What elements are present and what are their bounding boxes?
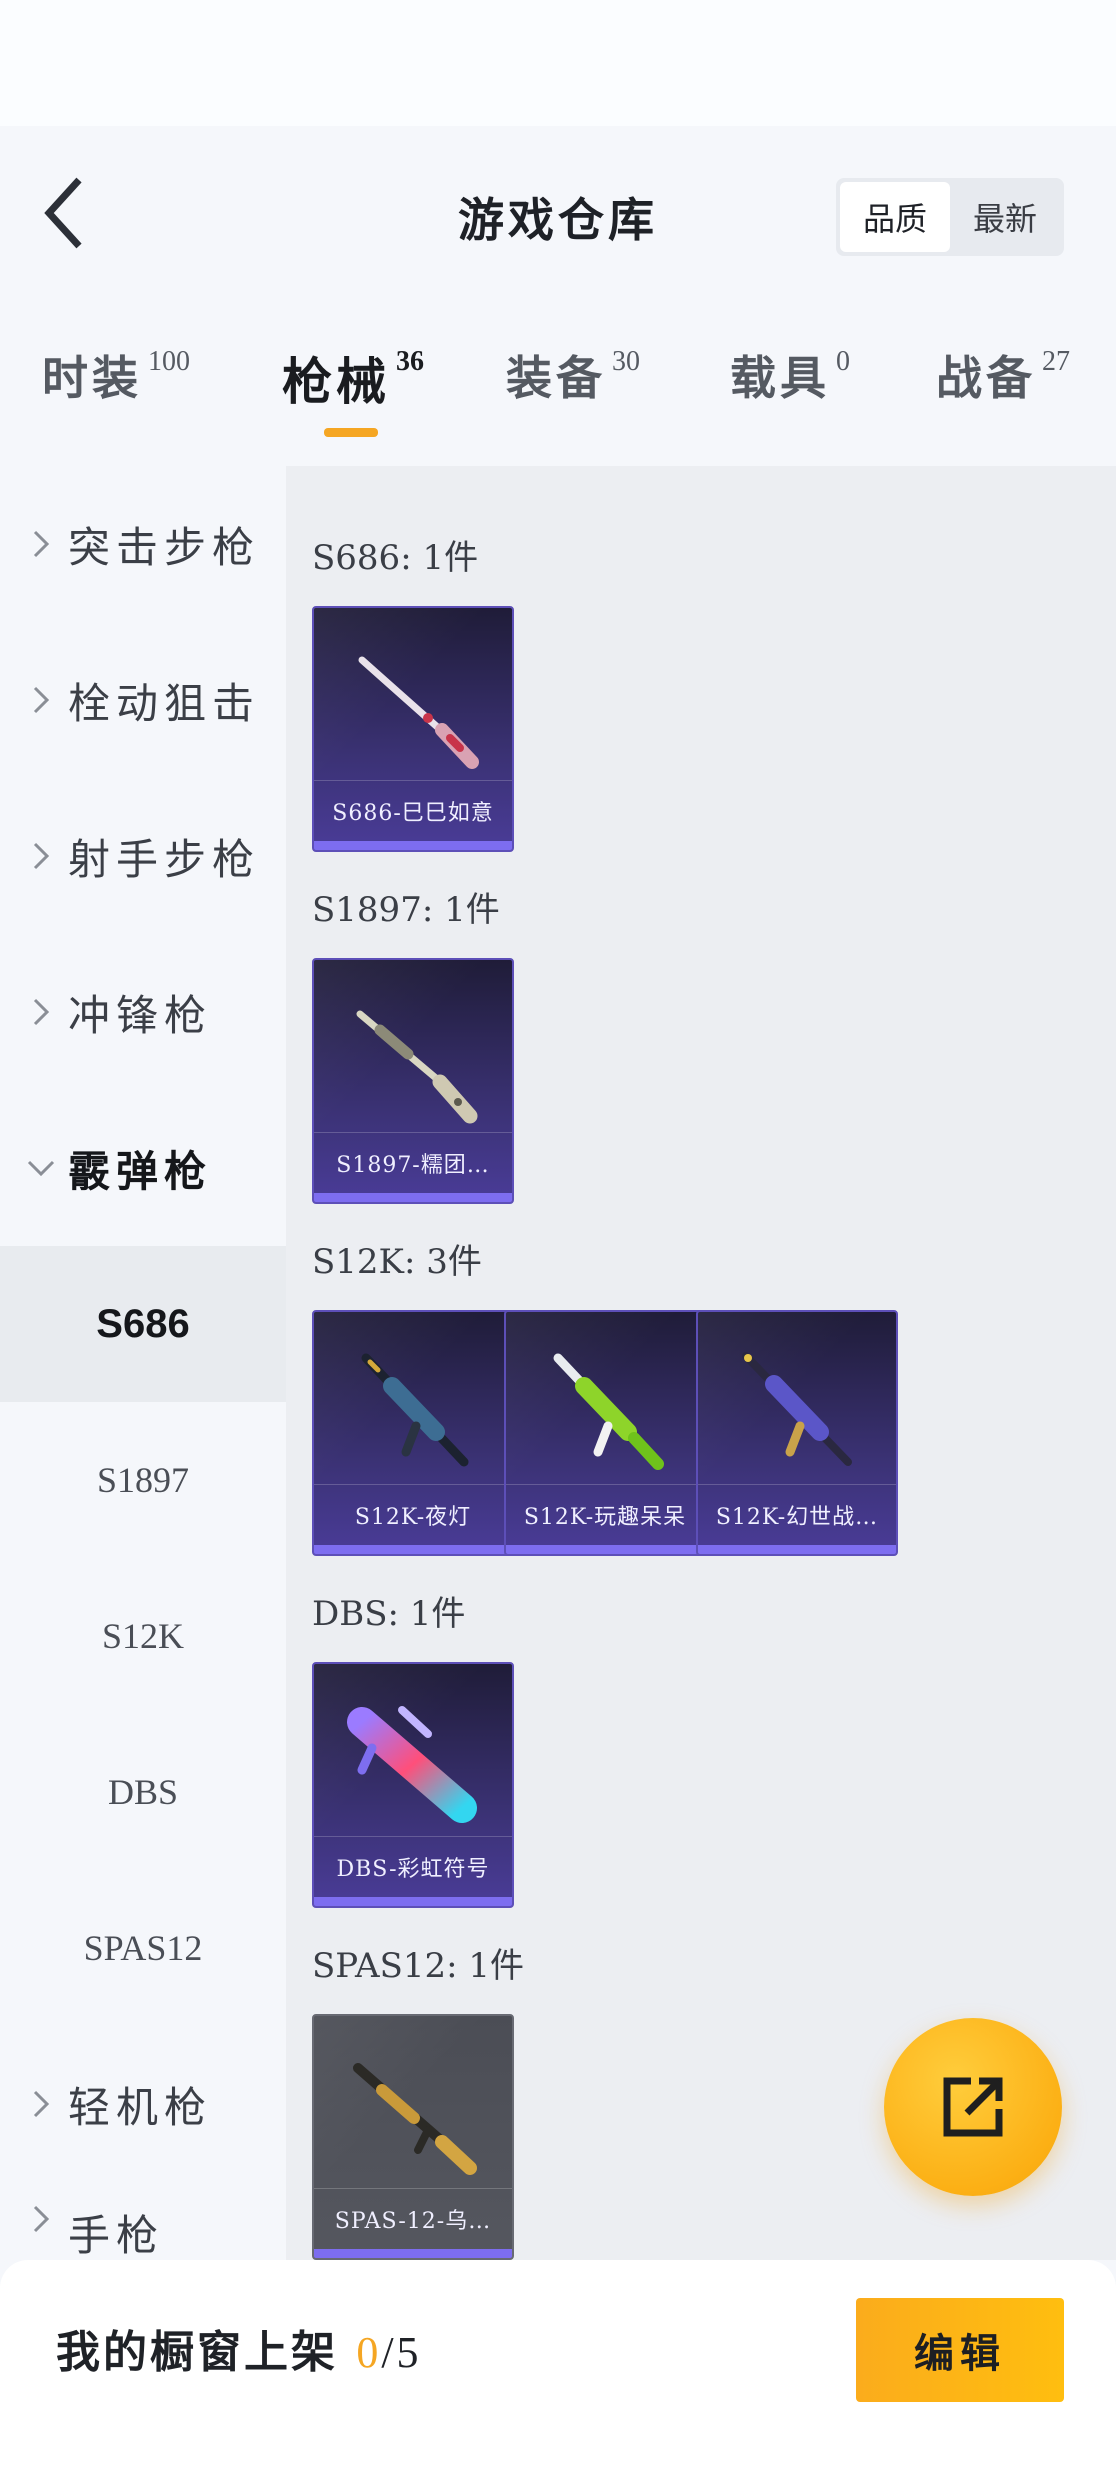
sidebar-item-s686[interactable]: S686 xyxy=(0,1246,286,1402)
rarity-bar xyxy=(314,841,512,850)
tab-count: 0 xyxy=(836,346,850,377)
showcase-max-count: /5 xyxy=(381,2328,422,2377)
sidebar-category-label: 霰弹枪 xyxy=(68,1146,213,1196)
rarity-bar xyxy=(314,1545,512,1554)
tab-count: 36 xyxy=(396,346,424,377)
rarity-bar xyxy=(506,1545,704,1554)
sidebar-item-s1897[interactable]: S1897 xyxy=(0,1402,286,1558)
edit-button[interactable]: 编辑 xyxy=(856,2298,1064,2402)
sidebar-category-label: 冲锋枪 xyxy=(68,990,213,1040)
chevron-right-icon xyxy=(24,839,58,873)
group-title: S12K: 3件 xyxy=(312,1242,482,1282)
sidebar-category-pistol[interactable]: 手枪 xyxy=(0,2182,286,2260)
card-row: DBS-彩虹符号 xyxy=(312,1662,514,1908)
tab-label: 战备 xyxy=(936,351,1036,405)
showcase-status: 我的橱窗上架 0/5 xyxy=(56,2316,422,2380)
sidebar-item-spas12[interactable]: SPAS12 xyxy=(0,1870,286,2026)
sidebar-category-bolt-sniper[interactable]: 栓动狙击 xyxy=(0,622,286,778)
card-row: S12K-夜灯 S12K-玩趣呆呆 S12K-幻世战… xyxy=(312,1310,898,1556)
sidebar-item-s12k[interactable]: S12K xyxy=(0,1558,286,1714)
chevron-right-icon xyxy=(24,2087,58,2121)
group-title: SPAS12: 1件 xyxy=(312,1946,525,1986)
item-name: S12K-幻世战… xyxy=(698,1484,896,1544)
item-card[interactable]: S12K-玩趣呆呆 xyxy=(504,1310,706,1556)
tab-firearms[interactable]: 枪械 36 xyxy=(282,342,424,414)
sort-toggle: 品质 最新 xyxy=(836,178,1064,256)
bullpup-shotgun-icon xyxy=(347,1706,477,1823)
sidebar-item-dbs[interactable]: DBS xyxy=(0,1714,286,1870)
rarity-bar xyxy=(314,1193,512,1202)
sidebar-category-shotgun[interactable]: 霰弹枪 xyxy=(0,1090,286,1246)
tab-label: 装备 xyxy=(506,351,606,405)
status-bar xyxy=(0,0,1116,126)
tab-label: 载具 xyxy=(730,351,830,405)
auto-shotgun-icon xyxy=(553,1353,664,1470)
sidebar-category-marksman-rifle[interactable]: 射手步枪 xyxy=(0,778,286,934)
sort-quality-option[interactable]: 品质 xyxy=(840,182,950,252)
tab-count: 30 xyxy=(612,346,640,377)
sidebar: 突击步枪 栓动狙击 射手步枪 冲锋枪 霰弹枪 S686 S1897 S12K D… xyxy=(0,466,286,2260)
tab-vehicles[interactable]: 载具 0 xyxy=(730,342,850,408)
sidebar-category-smg[interactable]: 冲锋枪 xyxy=(0,934,286,1090)
sidebar-category-label: 射手步枪 xyxy=(68,834,261,884)
pump-shotgun-icon xyxy=(356,1010,478,1124)
rarity-bar xyxy=(314,2249,512,2258)
showcase-label: 我的橱窗上架 xyxy=(56,2327,338,2378)
item-name: SPAS-12-乌… xyxy=(314,2188,512,2248)
sort-newest-option[interactable]: 最新 xyxy=(950,182,1060,252)
tab-fashion[interactable]: 时装 100 xyxy=(42,342,190,408)
showcase-current-count: 0 xyxy=(356,2328,382,2377)
sidebar-category-lmg[interactable]: 轻机枪 xyxy=(0,2026,286,2182)
chevron-right-icon xyxy=(24,683,58,717)
chevron-down-icon xyxy=(24,1151,58,1185)
sidebar-category-assault-rifle[interactable]: 突击步枪 xyxy=(0,466,286,622)
active-tab-indicator xyxy=(324,428,378,437)
item-card[interactable]: S1897-糯团… xyxy=(312,958,514,1204)
auto-shotgun-icon xyxy=(361,1353,469,1467)
item-card[interactable]: S12K-幻世战… xyxy=(696,1310,898,1556)
sidebar-category-label: 手枪 xyxy=(68,2211,165,2260)
bottom-bar: 我的橱窗上架 0/5 编辑 xyxy=(0,2260,1116,2484)
item-card[interactable]: DBS-彩虹符号 xyxy=(312,1662,514,1908)
category-tabs: 时装 100 枪械 36 装备 30 载具 0 战备 27 xyxy=(0,296,1116,466)
item-name: DBS-彩虹符号 xyxy=(314,1836,512,1896)
item-card[interactable]: S12K-夜灯 xyxy=(312,1310,514,1556)
item-name: S686-巳巳如意 xyxy=(314,780,512,840)
tab-equipment[interactable]: 装备 30 xyxy=(506,342,640,408)
shotgun-double-barrel-icon xyxy=(358,656,479,769)
rarity-bar xyxy=(314,1897,512,1906)
sidebar-category-label: 突击步枪 xyxy=(68,522,261,572)
auto-shotgun-icon xyxy=(742,1352,852,1466)
item-name: S1897-糯团… xyxy=(314,1132,512,1192)
external-link-icon xyxy=(943,2077,1003,2137)
tab-count: 27 xyxy=(1042,346,1070,377)
card-row: SPAS-12-乌… xyxy=(312,2014,514,2260)
item-card[interactable]: SPAS-12-乌… xyxy=(312,2014,514,2260)
tab-label: 时装 xyxy=(42,351,142,405)
item-name: S12K-玩趣呆呆 xyxy=(506,1484,704,1544)
group-title: S686: 1件 xyxy=(312,538,479,578)
card-row: S686-巳巳如意 xyxy=(312,606,514,852)
tab-battle-supplies[interactable]: 战备 27 xyxy=(936,342,1070,408)
item-card[interactable]: S686-巳巳如意 xyxy=(312,606,514,852)
item-name: S12K-夜灯 xyxy=(314,1484,512,1544)
header: 游戏仓库 品质 最新 xyxy=(0,126,1116,296)
tab-count: 100 xyxy=(148,346,190,377)
chevron-right-icon xyxy=(24,995,58,1029)
share-button[interactable] xyxy=(884,2018,1062,2196)
group-title: DBS: 1件 xyxy=(312,1594,466,1634)
tactical-shotgun-icon xyxy=(353,2063,477,2175)
sidebar-category-label: 轻机枪 xyxy=(68,2082,213,2132)
chevron-right-icon xyxy=(24,527,58,561)
tab-label: 枪械 xyxy=(282,352,390,411)
sidebar-category-label: 栓动狙击 xyxy=(68,678,261,728)
chevron-right-icon xyxy=(24,2202,58,2236)
group-title: S1897: 1件 xyxy=(312,890,500,930)
card-row: S1897-糯团… xyxy=(312,958,514,1204)
item-list: S686: 1件 S686-巳巳如意 S1897: 1件 S1897-糯团… S… xyxy=(286,466,1116,2260)
rarity-bar xyxy=(698,1545,896,1554)
